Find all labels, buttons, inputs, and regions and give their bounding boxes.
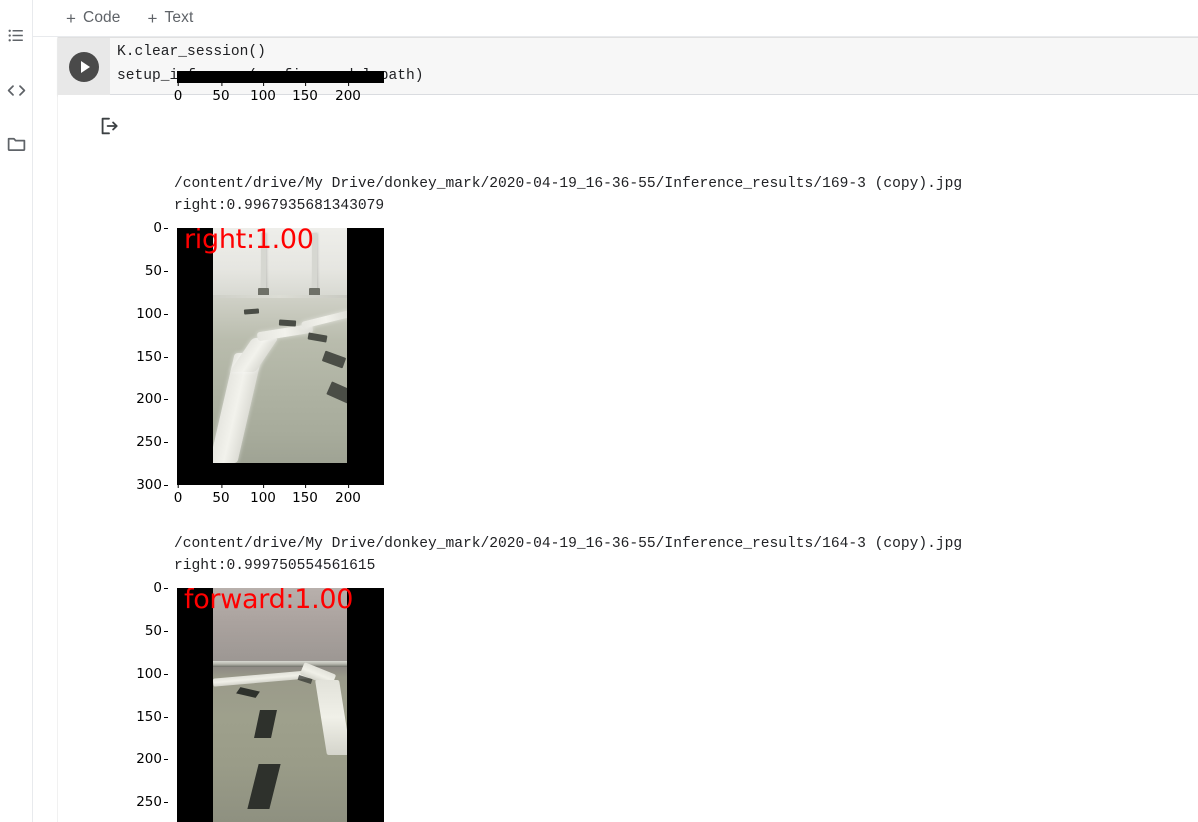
photo-floor-marker xyxy=(254,710,277,738)
photo-floor-marker xyxy=(247,764,281,809)
x-tick-label: 150 xyxy=(292,484,318,506)
y-tick-label: 200 xyxy=(136,391,168,407)
photo-lane-stripe xyxy=(315,680,347,755)
figure-partial-top: 0 50 100 150 200 xyxy=(98,37,398,115)
plot-image-partial xyxy=(177,71,384,83)
figure-1-xaxis: 0 50 100 150 200 xyxy=(134,484,464,506)
code-snippets-icon[interactable] xyxy=(0,75,33,105)
plot-image-1: right:1.00 xyxy=(177,228,384,485)
plus-icon: + xyxy=(66,8,77,28)
notebook-scroll-area[interactable]: K.clear_session()setup_inference(config,… xyxy=(34,37,1198,822)
photo-floor-marker xyxy=(307,332,328,343)
figure-1-yaxis: 0 50 100 150 200 250 300 xyxy=(134,217,170,517)
figure-2-yaxis: 0 50 100 150 200 250 300 xyxy=(134,577,170,822)
x-tick-label: 100 xyxy=(250,484,276,506)
y-tick-label: 100 xyxy=(136,306,168,322)
output-text-path-1: /content/drive/My Drive/donkey_mark/2020… xyxy=(174,176,963,192)
cell-output-area: 0 50 100 150 200 /content/drive/My Drive… xyxy=(58,71,1198,822)
plus-icon: + xyxy=(147,8,158,28)
x-tick-label: 50 xyxy=(212,484,230,506)
prediction-overlay-label-1: right:1.00 xyxy=(184,228,314,255)
figure-2: 0 50 100 150 200 250 300 xyxy=(134,577,464,822)
y-tick-label: 0 xyxy=(153,220,168,236)
x-tick-label: 0 xyxy=(173,484,183,506)
plot-image-2: forward:1.00 xyxy=(177,588,384,822)
y-tick-label: 50 xyxy=(144,623,169,639)
notebook-toolbar: + Code + Text xyxy=(33,0,1198,37)
y-tick-label: 0 xyxy=(153,580,168,596)
y-tick-label: 100 xyxy=(136,666,168,682)
x-tick-label: 0 xyxy=(173,82,183,104)
inference-photo-2 xyxy=(213,588,347,822)
add-code-cell-label: Code xyxy=(83,9,121,26)
y-tick-label: 150 xyxy=(136,349,168,365)
files-icon[interactable] xyxy=(0,128,33,158)
photo-lane-stripe xyxy=(300,310,347,329)
play-icon xyxy=(81,60,90,73)
photo-floor-marker xyxy=(321,350,347,369)
x-tick-label: 100 xyxy=(250,82,276,104)
y-tick-label: 250 xyxy=(136,434,168,450)
run-cell-button[interactable] xyxy=(69,51,99,82)
output-text-prediction-2: right:0.999750554561615 xyxy=(174,558,376,574)
y-tick-label: 50 xyxy=(144,263,169,279)
output-text-path-2: /content/drive/My Drive/donkey_mark/2020… xyxy=(174,536,963,552)
photo-floor-marker xyxy=(278,319,297,327)
photo-floor-marker xyxy=(326,381,347,405)
figure-partial-xaxis: 0 50 100 150 200 xyxy=(98,82,398,104)
output-stream-icon[interactable] xyxy=(98,115,120,137)
y-tick-label: 250 xyxy=(136,794,168,810)
photo-floor-marker xyxy=(243,308,260,315)
photo-scene xyxy=(213,228,347,463)
photo-floor-line xyxy=(213,294,347,298)
figure-1: 0 50 100 150 200 250 300 right:1.00 0 50… xyxy=(134,217,464,517)
x-tick-label: 200 xyxy=(335,82,361,104)
add-text-cell-button[interactable]: + Text xyxy=(139,6,203,30)
photo-rail xyxy=(213,660,347,667)
add-code-cell-button[interactable]: + Code xyxy=(57,6,130,30)
photo-scene xyxy=(213,588,347,822)
colab-app: + Code + Text K.clear_session()setup_inf… xyxy=(0,0,1198,822)
x-tick-label: 50 xyxy=(212,82,230,104)
add-text-cell-label: Text xyxy=(164,9,194,26)
x-tick-label: 200 xyxy=(335,484,361,506)
inference-photo-1 xyxy=(213,228,347,463)
prediction-overlay-label-2: forward:1.00 xyxy=(184,588,354,615)
left-icon-rail xyxy=(0,0,33,822)
output-text-prediction-1: right:0.9967935681343079 xyxy=(174,198,385,214)
photo-floor-marker xyxy=(236,687,260,698)
y-tick-label: 150 xyxy=(136,709,168,725)
table-of-contents-icon[interactable] xyxy=(0,20,33,50)
y-tick-label: 200 xyxy=(136,751,168,767)
x-tick-label: 150 xyxy=(292,82,318,104)
